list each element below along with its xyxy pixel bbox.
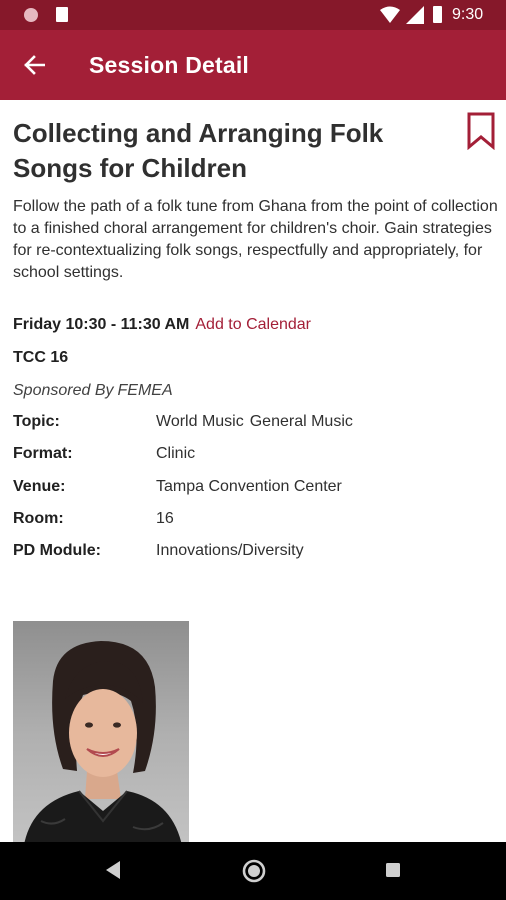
bookmark-outline-icon: [467, 112, 495, 151]
wifi-icon: [380, 6, 400, 23]
room-row: Room: 16: [13, 510, 498, 532]
back-button[interactable]: [10, 41, 58, 89]
session-title: Collecting and Arranging Folk Songs for …: [13, 118, 384, 183]
room-label: Room:: [13, 510, 64, 527]
topic-label: Topic:: [13, 413, 60, 430]
room-value: 16: [156, 510, 174, 527]
sponsor-name: FEMEA: [117, 382, 173, 399]
pd-module-row: PD Module: Innovations/Diversity: [13, 542, 498, 564]
back-triangle-icon[interactable]: [104, 859, 122, 881]
app-bar: Session Detail: [0, 30, 506, 100]
topic-values: World Music General Music: [156, 413, 353, 431]
topic-tag[interactable]: General Music: [250, 413, 353, 430]
format-value: Clinic: [156, 445, 196, 462]
session-description: Follow the path of a folk tune from Ghan…: [13, 198, 498, 281]
topic-row: Topic: World Music General Music: [13, 413, 498, 435]
session-detail-content[interactable]: Collecting and Arranging Folk Songs for …: [0, 100, 506, 842]
page-title: Session Detail: [89, 52, 250, 78]
pd-module-label: PD Module:: [13, 542, 101, 559]
add-to-calendar-link[interactable]: Add to Calendar: [195, 316, 311, 333]
sponsored-by-label: Sponsored By: [13, 382, 114, 399]
speaker-photo[interactable]: [13, 621, 189, 842]
session-time-row: Friday 10:30 - 11:30 AM Add to Calendar: [13, 316, 311, 334]
sd-card-icon: [56, 7, 68, 22]
pd-module-value: Innovations/Diversity: [156, 542, 304, 559]
venue-value[interactable]: Tampa Convention Center: [156, 478, 342, 496]
session-location-code: TCC 16: [13, 349, 69, 366]
battery-icon: [433, 6, 442, 23]
venue-label: Venue:: [13, 478, 66, 495]
topic-tag[interactable]: World Music: [156, 413, 244, 430]
bookmark-button[interactable]: [466, 112, 496, 152]
sponsor-row: Sponsored By FEMEA: [13, 382, 173, 400]
venue-row: Venue: Tampa Convention Center: [13, 478, 498, 500]
arrow-left-icon: [24, 55, 45, 75]
speaker-portrait: [13, 621, 189, 842]
system-nav-bar: [0, 842, 506, 900]
recents-square-icon[interactable]: [384, 861, 402, 879]
format-label: Format:: [13, 445, 73, 462]
session-time: Friday 10:30 - 11:30 AM: [13, 316, 190, 333]
format-row: Format: Clinic: [13, 445, 498, 467]
cell-signal-icon: [406, 6, 424, 24]
status-clock: 9:30: [452, 6, 484, 23]
status-bar: 9:30: [0, 0, 506, 30]
notification-dot-icon: [24, 8, 38, 22]
home-circle-icon[interactable]: [241, 858, 267, 884]
